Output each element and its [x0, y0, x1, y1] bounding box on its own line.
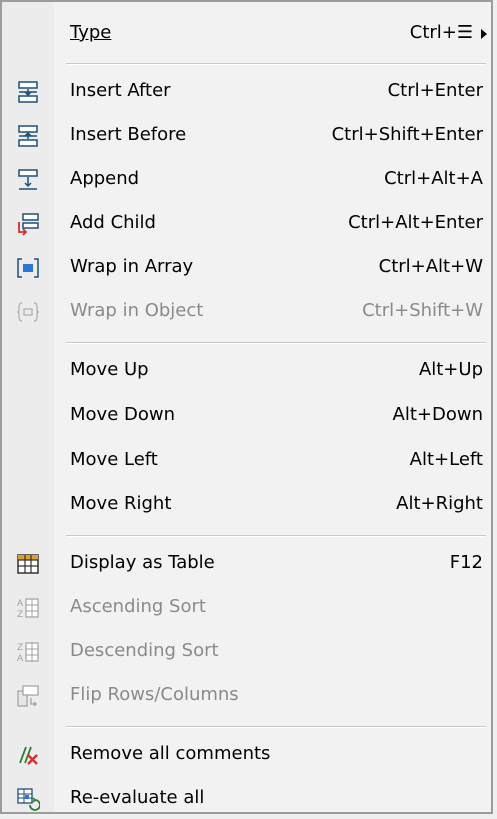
- menu-item-label: Wrap in Object: [70, 300, 204, 321]
- menu-item-insert-after[interactable]: Insert After Ctrl+Enter: [2, 72, 491, 112]
- menu-item-label: Add Child: [70, 212, 156, 233]
- menu-item-flip-rows-columns[interactable]: Flip Rows/Columns: [2, 676, 491, 716]
- menu-item-shortcut: F12: [449, 552, 483, 573]
- svg-text:Z: Z: [17, 610, 23, 620]
- menu-item-label: Move Right: [70, 493, 172, 514]
- menu-item-shortcut: Ctrl+Shift+Enter: [331, 124, 483, 145]
- menu-item-label: Move Down: [70, 404, 175, 425]
- insert-after-icon: [16, 80, 40, 104]
- menu-item-label: Type: [70, 22, 112, 43]
- menu-item-add-child[interactable]: Add Child Ctrl+Alt+Enter: [2, 204, 491, 244]
- menu-item-shortcut: Ctrl+Alt+W: [378, 256, 483, 277]
- menu-separator: [66, 342, 486, 344]
- menu-item-descending-sort[interactable]: Z A Descending Sort: [2, 632, 491, 672]
- menu-item-label: Insert Before: [70, 124, 187, 145]
- re-evaluate-icon: [16, 787, 40, 811]
- menu-item-type[interactable]: Type Ctrl+☰: [2, 14, 491, 54]
- menu-item-label: Descending Sort: [70, 640, 219, 661]
- menu-item-shortcut: Ctrl+Alt+Enter: [348, 212, 483, 233]
- menu-item-display-as-table[interactable]: Display as Table F12: [2, 544, 491, 584]
- menu-item-label: Insert After: [70, 80, 171, 101]
- context-menu: Type Ctrl+☰ Insert After Ctrl+Enter Inse…: [0, 0, 493, 814]
- table-icon: [16, 552, 40, 576]
- submenu-arrow-icon: [481, 29, 487, 39]
- menu-item-label: Re-evaluate all: [70, 787, 205, 808]
- sort-ascending-icon: A Z: [16, 596, 40, 620]
- menu-item-shortcut: Ctrl+☰: [409, 22, 473, 43]
- menu-item-label: Display as Table: [70, 552, 215, 573]
- add-child-icon: [16, 212, 40, 236]
- menu-item-move-left[interactable]: Move Left Alt+Left: [2, 441, 491, 481]
- insert-before-icon: [16, 124, 40, 148]
- menu-separator: [66, 535, 486, 537]
- menu-item-wrap-in-object[interactable]: Wrap in Object Ctrl+Shift+W: [2, 292, 491, 332]
- menu-item-ascending-sort[interactable]: A Z Ascending Sort: [2, 588, 491, 628]
- menu-item-label: Wrap in Array: [70, 256, 194, 277]
- menu-item-shortcut: Alt+Up: [418, 359, 483, 380]
- menu-item-label: Ascending Sort: [70, 596, 206, 617]
- menu-item-shortcut: Ctrl+Shift+W: [362, 300, 483, 321]
- menu-item-move-right[interactable]: Move Right Alt+Right: [2, 485, 491, 525]
- menu-separator: [66, 63, 486, 65]
- menu-item-remove-all-comments[interactable]: Remove all comments: [2, 735, 491, 775]
- wrap-object-icon: [16, 300, 40, 324]
- svg-text:A: A: [17, 599, 24, 609]
- menu-item-shortcut: Ctrl+Alt+A: [384, 168, 483, 189]
- svg-text:Z: Z: [17, 643, 23, 653]
- menu-item-shortcut: Alt+Down: [392, 404, 483, 425]
- menu-item-wrap-in-array[interactable]: Wrap in Array Ctrl+Alt+W: [2, 248, 491, 288]
- menu-item-label: Move Up: [70, 359, 149, 380]
- remove-comments-icon: [16, 743, 40, 767]
- append-icon: [16, 168, 40, 192]
- menu-item-shortcut: Ctrl+Enter: [387, 80, 483, 101]
- menu-separator: [66, 726, 486, 728]
- menu-item-shortcut: Alt+Left: [409, 449, 483, 470]
- menu-item-append[interactable]: Append Ctrl+Alt+A: [2, 160, 491, 200]
- svg-text:A: A: [17, 654, 24, 664]
- menu-item-label: Move Left: [70, 449, 158, 470]
- wrap-array-icon: [16, 256, 40, 280]
- menu-item-re-evaluate-all[interactable]: Re-evaluate all: [2, 779, 491, 819]
- menu-item-shortcut: Alt+Right: [396, 493, 483, 514]
- sort-descending-icon: Z A: [16, 640, 40, 664]
- menu-item-label: Append: [70, 168, 140, 189]
- menu-item-move-down[interactable]: Move Down Alt+Down: [2, 396, 491, 436]
- menu-item-insert-before[interactable]: Insert Before Ctrl+Shift+Enter: [2, 116, 491, 156]
- menu-item-move-up[interactable]: Move Up Alt+Up: [2, 351, 491, 391]
- flip-rows-columns-icon: [16, 684, 40, 708]
- menu-item-label: Flip Rows/Columns: [70, 684, 239, 705]
- menu-item-label: Remove all comments: [70, 743, 271, 764]
